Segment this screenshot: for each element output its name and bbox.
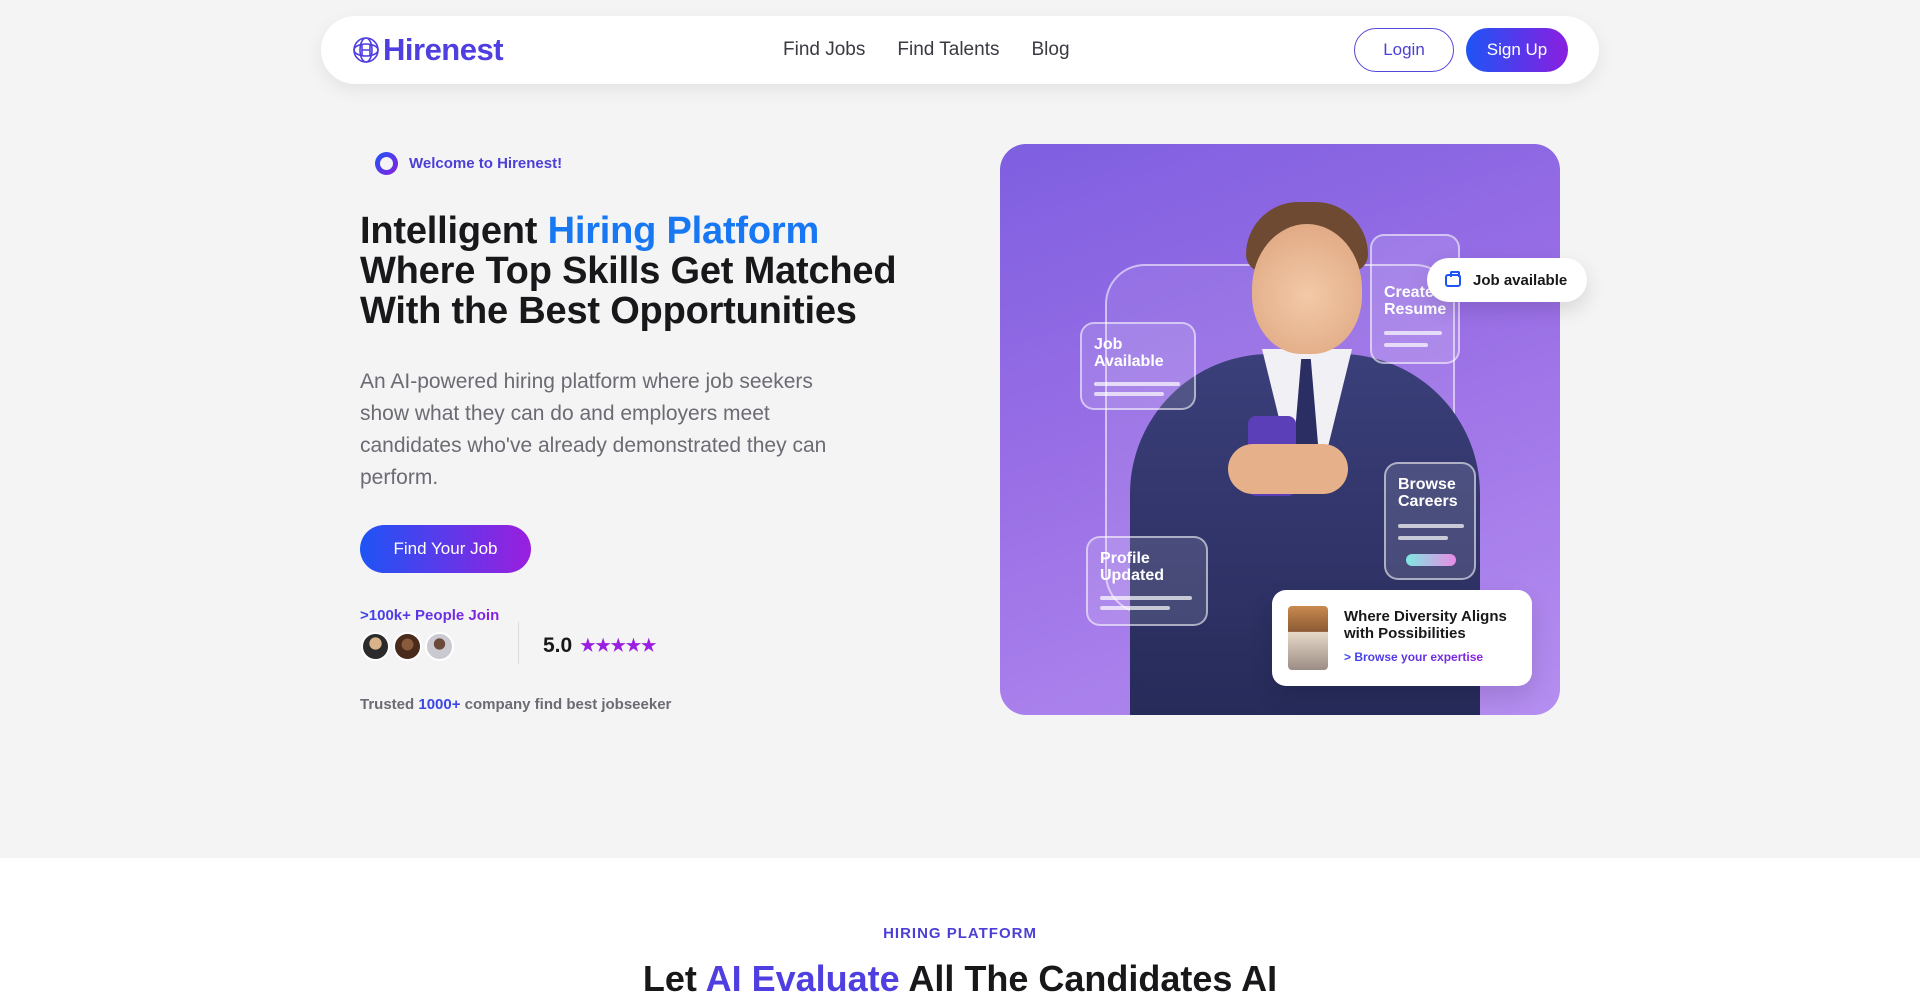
welcome-badge: Welcome to Hirenest!: [375, 152, 562, 175]
card-line: [1100, 606, 1170, 610]
nav-find-talents[interactable]: Find Talents: [897, 39, 999, 61]
ring-icon: [375, 152, 398, 175]
rating-value: 5.0: [543, 634, 573, 657]
hero-headline: Intelligent Hiring Platform Where Top Sk…: [360, 210, 897, 332]
hiring-platform-section: HIRING PLATFORM Let AI Evaluate All The …: [0, 858, 1920, 993]
section-title-accent: AI Evaluate: [705, 958, 900, 993]
section-title: Let AI Evaluate All The Candidates AI: [0, 958, 1920, 993]
login-button[interactable]: Login: [1354, 28, 1454, 72]
headline-pre: Intelligent: [360, 210, 548, 252]
section-title-post: All The Candidates AI: [899, 958, 1278, 993]
card-job-available-label: Job Available: [1094, 336, 1164, 370]
find-your-job-button[interactable]: Find Your Job: [360, 525, 531, 573]
logo[interactable]: Hirenest: [351, 32, 504, 68]
star-icons: ★★★★★: [580, 636, 657, 655]
trusted-post: company find best jobseeker: [460, 696, 672, 713]
person-hands: [1228, 444, 1348, 494]
card-line: [1094, 382, 1180, 386]
avatar: [361, 632, 390, 661]
nav-find-jobs[interactable]: Find Jobs: [783, 39, 865, 61]
card-profile-updated-label: Profile Updated: [1100, 550, 1164, 584]
card-browse-careers: Browse Careers: [1384, 462, 1476, 580]
avatar-group: [361, 632, 457, 661]
card-job-available: Job Available: [1080, 322, 1196, 410]
briefcase-icon: [1445, 270, 1461, 287]
card-profile-updated: Profile Updated: [1086, 536, 1208, 626]
card-line: [1094, 392, 1164, 396]
headline-line3: With the Best Opportunities: [360, 290, 857, 332]
person-head: [1252, 224, 1362, 354]
avatar: [393, 632, 422, 661]
card-line: [1100, 596, 1192, 600]
browse-expertise-link[interactable]: > Browse your expertise: [1344, 650, 1483, 664]
section-label: HIRING PLATFORM: [883, 925, 1037, 942]
hero-description: An AI-powered hiring platform where job …: [360, 370, 827, 489]
navbar: Hirenest Find Jobs Find Talents Blog Log…: [321, 16, 1599, 84]
people-join-label: >100k+ People Join: [360, 607, 500, 624]
card-line: [1398, 536, 1448, 540]
card-line: [1384, 343, 1428, 347]
trusted-pre: Trusted: [360, 696, 419, 713]
logo-icon: [353, 37, 379, 63]
nav-links: Find Jobs Find Talents Blog: [783, 39, 1070, 61]
job-available-pill: Job available: [1427, 258, 1587, 302]
trusted-text: Trusted 1000+ company find best jobseeke…: [360, 696, 671, 713]
headline-accent: Hiring Platform: [547, 210, 820, 252]
card-browse-careers-label: Browse Careers: [1398, 476, 1458, 510]
avatar: [425, 632, 454, 661]
job-available-pill-label: Job available: [1473, 271, 1568, 289]
card-pill: [1406, 554, 1456, 566]
trusted-count: 1000+: [418, 696, 461, 713]
nav-blog[interactable]: Blog: [1031, 39, 1069, 61]
divider: [518, 622, 519, 664]
card-line: [1384, 331, 1442, 335]
headline-line2: Where Top Skills Get Matched: [360, 250, 897, 292]
card-line: [1398, 524, 1464, 528]
section-title-pre: Let: [642, 958, 706, 993]
welcome-text: Welcome to Hirenest!: [409, 155, 563, 172]
logo-text: Hirenest: [383, 32, 504, 67]
rating: 5.0 ★★★★★: [543, 634, 656, 658]
diversity-thumbnail: [1288, 606, 1328, 670]
diversity-title: Where Diversity Aligns with Possibilitie…: [1344, 608, 1507, 642]
signup-button[interactable]: Sign Up: [1466, 28, 1568, 72]
diversity-card: Where Diversity Aligns with Possibilitie…: [1272, 590, 1532, 686]
